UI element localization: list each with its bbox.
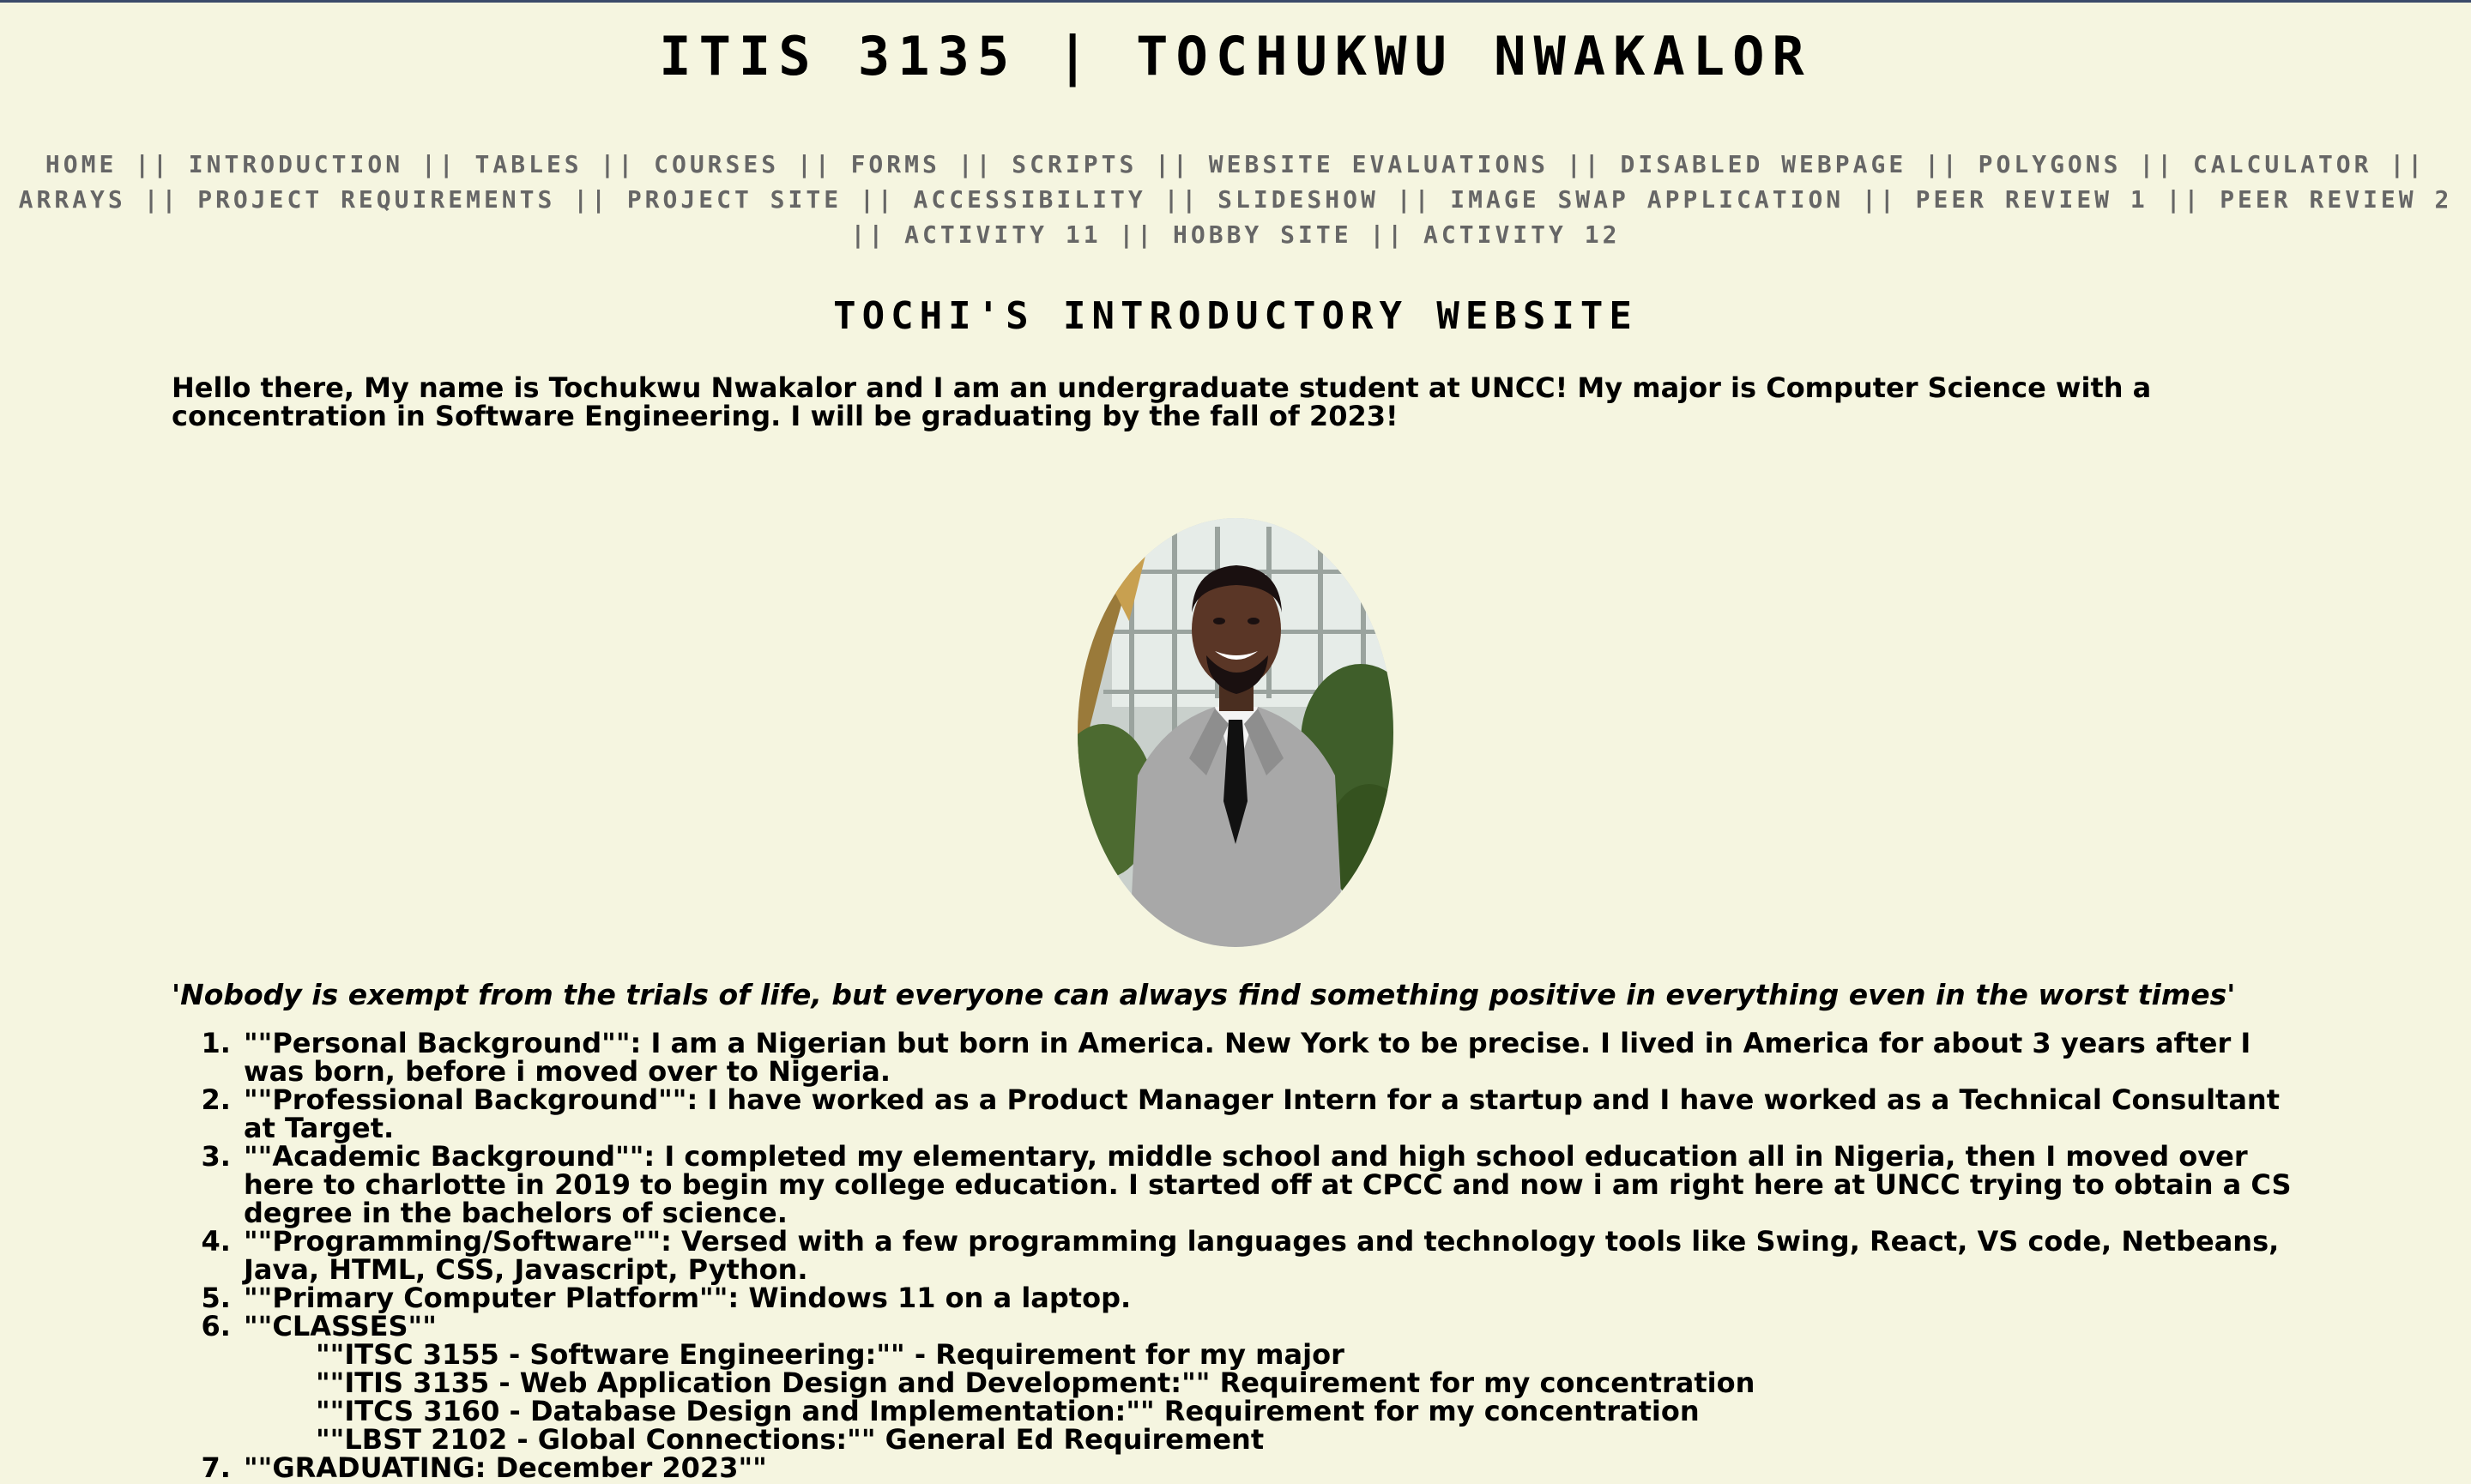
nav-link-project-requirements[interactable]: PROJECT REQUIREMENTS [197, 185, 555, 214]
nav-link-tables[interactable]: TABLES [475, 150, 583, 178]
nav-link-slideshow[interactable]: SLIDESHOW [1217, 185, 1379, 214]
nav-link-disabled-webpage[interactable]: DISABLED WEBPAGE [1620, 150, 1906, 178]
nav-separator: || [1862, 185, 1916, 214]
nav-separator: || [135, 150, 189, 178]
main-content: Hello there, My name is Tochukwu Nwakalo… [172, 374, 2299, 1482]
bio-list: ""Personal Background"": I am a Nigerian… [172, 1029, 2299, 1482]
nav-link-arrays[interactable]: ARRAYS [19, 185, 126, 214]
list-item-classes: ""CLASSES"" ""ITSC 3155 - Software Engin… [240, 1312, 2299, 1454]
nav-link-polygons[interactable]: POLYGONS [1979, 150, 2122, 178]
list-item-personal-background: ""Personal Background"": I am a Nigerian… [240, 1029, 2299, 1086]
nav-separator: || [143, 185, 198, 214]
nav-separator: || [850, 220, 905, 249]
nav-link-hobby-site[interactable]: HOBBY SITE [1173, 220, 1352, 249]
profile-photo-container [172, 518, 2299, 947]
nav-separator: || [1924, 150, 1979, 178]
nav-separator: || [1566, 150, 1621, 178]
nav-link-home[interactable]: HOME [45, 150, 117, 178]
main-nav: HOME || INTRODUCTION || TABLES || COURSE… [0, 147, 2471, 252]
nav-link-calculator[interactable]: CALCULATOR [2193, 150, 2372, 178]
site-title: ITIS 3135 | TOCHUKWU NWAKALOR [659, 25, 1812, 87]
nav-link-activity-12[interactable]: ACTIVITY 12 [1423, 220, 1620, 249]
list-item-programming-software: ""Programming/Software"": Versed with a … [240, 1228, 2299, 1284]
nav-link-forms[interactable]: FORMS [851, 150, 940, 178]
nav-separator: || [420, 150, 475, 178]
nav-link-peer-review-1[interactable]: PEER REVIEW 1 [1916, 185, 2148, 214]
page-heading: TOCHI'S INTRODUCTORY WEBSITE [833, 294, 1638, 338]
nav-separator: || [1119, 220, 1173, 249]
nav-separator: || [573, 185, 627, 214]
nav-separator: || [1163, 185, 1218, 214]
nav-link-accessibility[interactable]: ACCESSIBILITY [914, 185, 1146, 214]
list-item-graduating: ""GRADUATING: December 2023"" [240, 1454, 2299, 1482]
quote: 'Nobody is exempt from the trials of lif… [172, 978, 2236, 1011]
nav-link-courses[interactable]: COURSES [654, 150, 779, 178]
nav-separator: || [859, 185, 914, 214]
nav-separator: || [958, 150, 1012, 178]
list-item-primary-platform: ""Primary Computer Platform"": Windows 1… [240, 1284, 2299, 1312]
profile-photo-image [1078, 518, 1393, 947]
classes-list: ""ITSC 3155 - Software Engineering:"" - … [244, 1341, 2299, 1454]
class-item-itis-3135: ""ITIS 3135 - Web Application Design and… [316, 1366, 1755, 1399]
nav-separator: || [1396, 185, 1451, 214]
nav-separator: || [1155, 150, 1209, 178]
nav-separator: || [2139, 150, 2193, 178]
nav-separator: || [796, 150, 851, 178]
intro-paragraph: Hello there, My name is Tochukwu Nwakalo… [172, 371, 2152, 432]
nav-link-image-swap-application[interactable]: IMAGE SWAP APPLICATION [1450, 185, 1844, 214]
nav-link-peer-review-2[interactable]: PEER REVIEW 2 [2220, 185, 2452, 214]
class-item-itsc-3155: ""ITSC 3155 - Software Engineering:"" - … [316, 1338, 1344, 1371]
nav-link-activity-11[interactable]: ACTIVITY 11 [904, 220, 1101, 249]
profile-photo [1078, 518, 1393, 947]
nav-separator: || [2389, 150, 2426, 178]
nav-separator: || [1369, 220, 1424, 249]
nav-separator: || [2166, 185, 2220, 214]
list-item-professional-background: ""Professional Background"": I have work… [240, 1086, 2299, 1143]
nav-link-project-site[interactable]: PROJECT SITE [627, 185, 842, 214]
class-item-lbst-2102: ""LBST 2102 - Global Connections:"" Gene… [316, 1423, 1265, 1456]
list-item-academic-background: ""Academic Background"": I completed my … [240, 1143, 2299, 1228]
nav-link-introduction[interactable]: INTRODUCTION [189, 150, 403, 178]
class-item-itcs-3160: ""ITCS 3160 - Database Design and Implem… [316, 1395, 1700, 1427]
nav-separator: || [600, 150, 655, 178]
nav-link-scripts[interactable]: SCRIPTS [1012, 150, 1137, 178]
nav-link-website-evaluations[interactable]: WEBSITE EVALUATIONS [1209, 150, 1549, 178]
